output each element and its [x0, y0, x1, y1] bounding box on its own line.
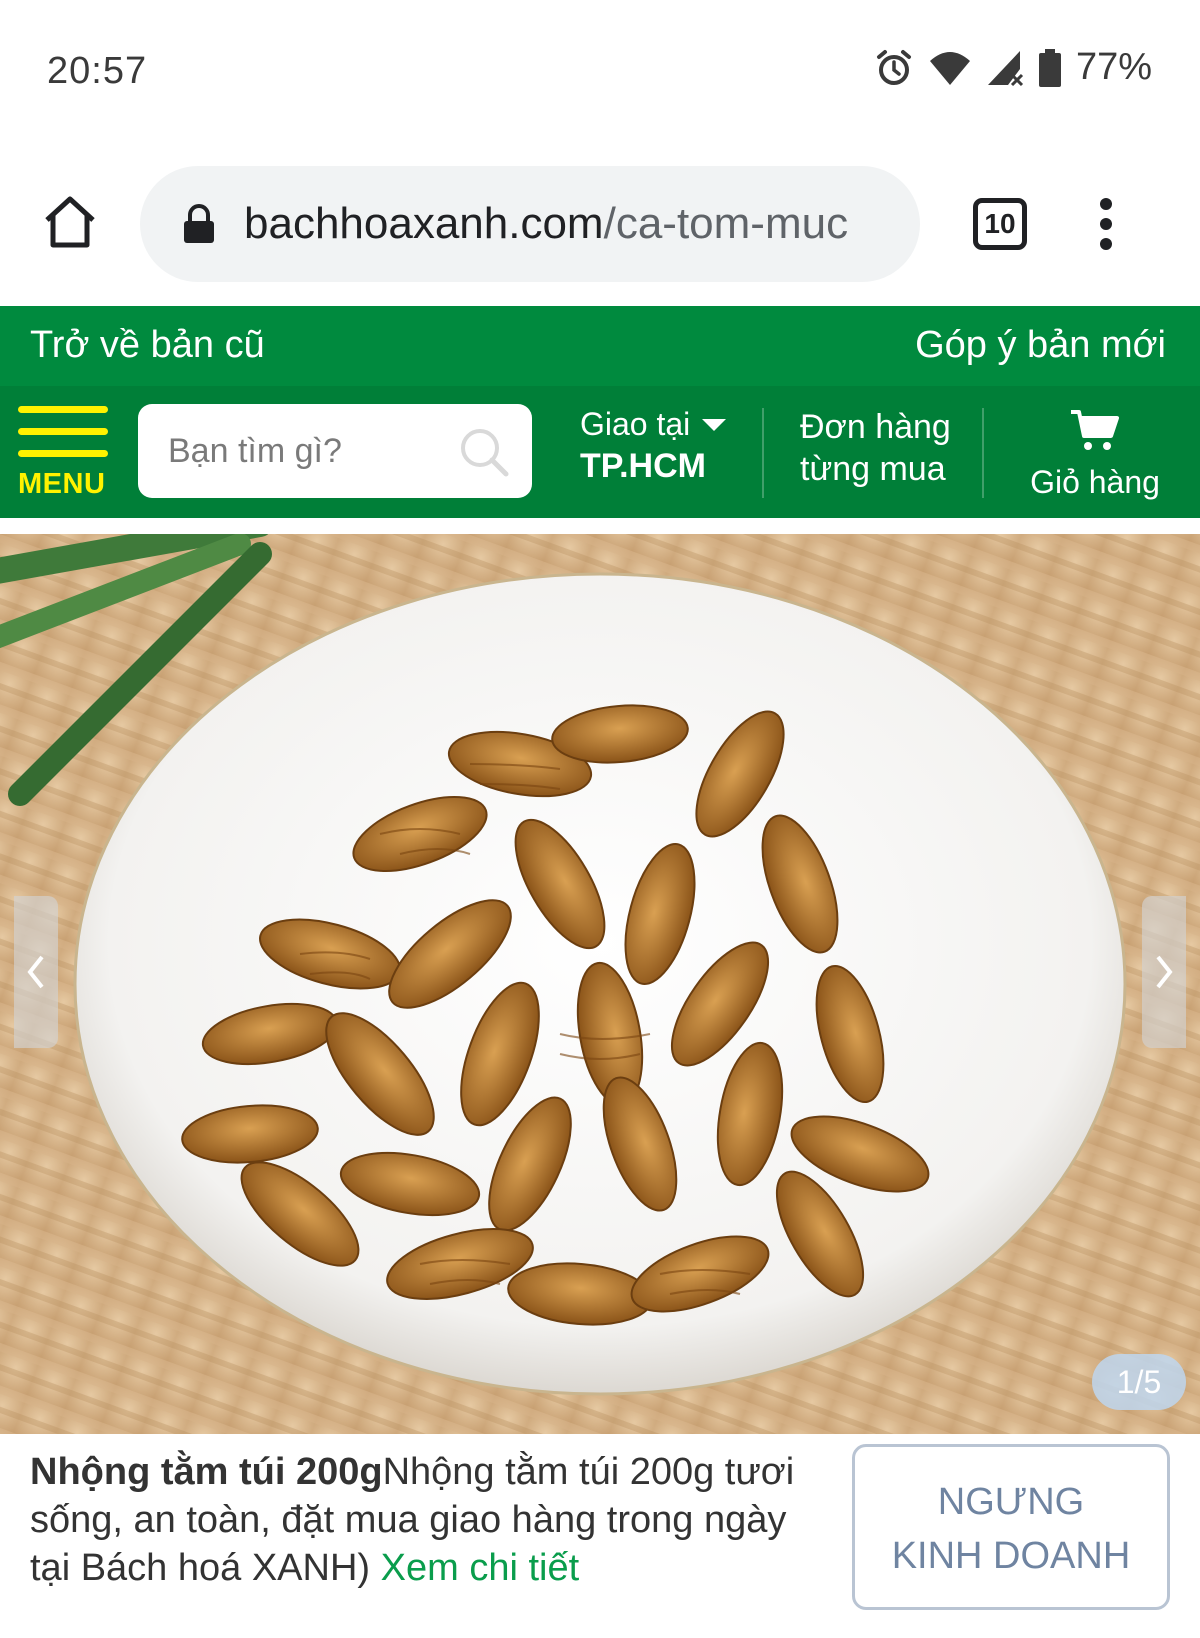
home-icon	[45, 196, 95, 248]
url-path: /ca-tom-muc	[603, 199, 849, 248]
discontinued-button[interactable]: NGƯNG KINH DOANH	[852, 1444, 1170, 1610]
url-text: bachhoaxanh.com/ca-tom-muc	[244, 199, 848, 249]
product-photo	[0, 534, 1200, 1434]
version-banner: Trở về bản cũ Góp ý bản mới	[0, 306, 1200, 386]
chevron-left-icon	[27, 955, 44, 989]
more-vert-icon	[1100, 198, 1112, 210]
status-bar: 20:57 77%	[0, 0, 1200, 140]
home-button[interactable]	[36, 188, 104, 256]
cart-icon	[1071, 410, 1119, 450]
product-name: Nhộng tằm túi 200g	[30, 1451, 383, 1493]
product-gallery: 1/5	[0, 534, 1200, 1434]
battery-icon	[1038, 48, 1061, 87]
signal-icon	[987, 50, 1023, 86]
wifi-icon	[929, 51, 970, 85]
search-input[interactable]	[138, 404, 438, 498]
search-box	[138, 404, 532, 498]
delivery-location-selector[interactable]: Giao tại TP.HCM	[580, 406, 727, 486]
menu-label: MENU	[18, 468, 106, 500]
more-options-button[interactable]	[1096, 198, 1116, 250]
order-history-line2: từng mua	[800, 450, 946, 488]
alarm-icon	[876, 49, 911, 85]
order-history-line1: Đơn hàng	[800, 408, 951, 446]
lock-icon	[184, 204, 214, 243]
divider	[762, 408, 764, 498]
discontinued-line1: NGƯNG	[937, 1481, 1085, 1523]
battery-level: 77%	[1075, 46, 1152, 88]
product-summary: Nhộng tằm túi 200gNhộng tằm túi 200g tươ…	[30, 1448, 820, 1592]
delivery-label: Giao tại	[580, 406, 691, 442]
discontinued-line2: KINH DOANH	[891, 1535, 1131, 1577]
previous-image-button[interactable]	[14, 896, 58, 1048]
cart-label: Giỏ hàng	[1030, 464, 1160, 500]
status-time: 20:57	[47, 50, 148, 92]
status-icons: 77%	[874, 46, 1152, 89]
order-history-link[interactable]: Đơn hàng từng mua	[800, 406, 951, 490]
back-to-old-version-link[interactable]: Trở về bản cũ	[30, 324, 265, 367]
delivery-city: TP.HCM	[580, 447, 706, 485]
image-counter: 1/5	[1092, 1354, 1186, 1410]
caret-down-icon	[702, 418, 727, 431]
divider	[982, 408, 984, 498]
tab-switcher-button[interactable]: 10	[973, 198, 1027, 250]
address-bar[interactable]: bachhoaxanh.com/ca-tom-muc	[140, 166, 920, 282]
site-header: MENU Giao tại TP.HCM Đơn hàng từng mua G…	[0, 386, 1200, 518]
browser-toolbar: bachhoaxanh.com/ca-tom-muc 10	[0, 140, 1200, 306]
cart-button[interactable]: Giỏ hàng	[1030, 408, 1160, 501]
hamburger-icon	[18, 406, 108, 413]
chevron-right-icon	[1156, 955, 1173, 989]
menu-button[interactable]: MENU	[18, 404, 110, 504]
feedback-link[interactable]: Góp ý bản mới	[915, 324, 1166, 367]
view-details-link[interactable]: Xem chi tiết	[381, 1547, 580, 1589]
url-host: bachhoaxanh.com	[244, 199, 604, 248]
search-icon[interactable]	[458, 426, 510, 478]
next-image-button[interactable]	[1142, 896, 1186, 1048]
